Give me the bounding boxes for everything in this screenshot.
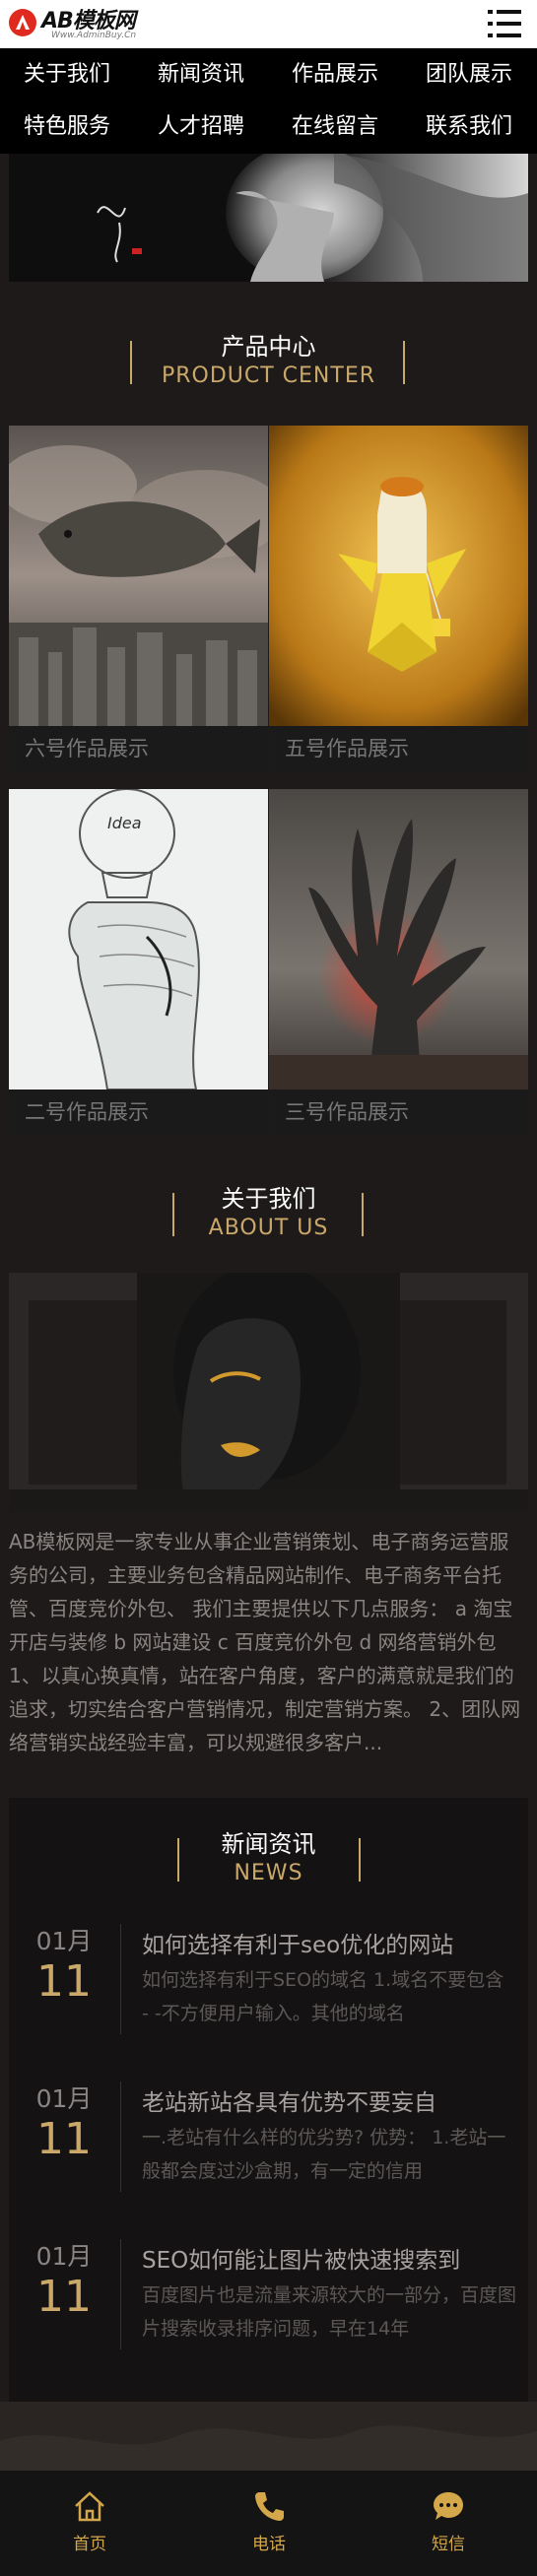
hamburger-icon[interactable]	[488, 10, 521, 37]
nav-item-team[interactable]: 团队展示	[402, 48, 536, 100]
news-item[interactable]: 01月 11 SEO如何能让图片被快速搜索到 百度图片也是流量来源较大的一部分，…	[9, 2237, 528, 2369]
svg-text:Idea: Idea	[107, 814, 142, 832]
header: AB模板网 Www.AdminBuy.Cn	[0, 0, 537, 48]
phone-icon	[255, 2492, 284, 2521]
product-card[interactable]: 六号作品展示	[9, 426, 268, 772]
news-en: NEWS	[234, 1861, 303, 1885]
nav-item-about[interactable]: 关于我们	[0, 48, 134, 100]
news-desc: 一.老站有什么样的优劣势? 优势： 1.老站一般都会度过沙盒期，有一定的信用	[142, 2127, 506, 2182]
tab-phone[interactable]: 电话	[179, 2471, 359, 2576]
news-date: 01月 11	[9, 2237, 119, 2322]
news-title-link[interactable]: 老站新站各具有优势不要妄自	[142, 2083, 516, 2117]
product-card[interactable]: 三号作品展示	[269, 789, 528, 1136]
about-cn: 关于我们	[221, 1185, 316, 1213]
nav-item-news[interactable]: 新闻资讯	[134, 48, 268, 100]
product-caption[interactable]: 五号作品展示	[269, 726, 528, 772]
news-month: 01月	[35, 2242, 93, 2271]
news-cn: 新闻资讯	[221, 1830, 316, 1858]
nav-item-services[interactable]: 特色服务	[0, 100, 134, 153]
product-card[interactable]: Idea 二号作品展示	[9, 789, 268, 1136]
news-item[interactable]: 01月 11 老站新站各具有优势不要妄自 一.老站有什么样的优劣势? 优势： 1…	[9, 2080, 528, 2212]
product-image-banana[interactable]	[269, 426, 528, 726]
home-icon	[75, 2491, 104, 2522]
about-image	[9, 1273, 528, 1512]
tab-label: 短信	[432, 2535, 465, 2554]
product-caption[interactable]: 六号作品展示	[9, 726, 268, 772]
footer-background	[0, 2402, 537, 2471]
banner-image[interactable]	[9, 154, 528, 282]
tab-label: 电话	[252, 2535, 286, 2554]
news-date: 01月 11	[9, 2080, 119, 2164]
product-center-cn: 产品中心	[221, 333, 316, 361]
product-card[interactable]: 五号作品展示	[269, 426, 528, 772]
bottom-tabbar: 首页 电话 短信	[0, 2471, 537, 2576]
news-date: 01月 11	[9, 1922, 119, 2007]
news-day: 11	[36, 2114, 92, 2164]
news-title: 新闻资讯 NEWS	[0, 1827, 537, 1896]
about-text: AB模板网是一家专业从事企业营销策划、电子商务运营服务的公司，主要业务包含精品网…	[9, 1530, 521, 1754]
news-day: 11	[36, 1956, 92, 2007]
news-item[interactable]: 01月 11 如何选择有利于seo优化的网站 如何选择有利于SEO的域名 1.域…	[9, 1922, 528, 2054]
main-nav: 关于我们 新闻资讯 作品展示 团队展示 特色服务 人才招聘 在线留言 联系我们	[0, 48, 537, 154]
divider	[120, 2239, 121, 2349]
product-caption[interactable]: 三号作品展示	[269, 1090, 528, 1136]
logo-subtitle: Www.AdminBuy.Cn	[51, 31, 137, 40]
tab-label: 首页	[73, 2535, 106, 2554]
nav-item-contact[interactable]: 联系我们	[402, 100, 536, 153]
product-center-title: 产品中心 PRODUCT CENTER	[0, 330, 537, 399]
nav-item-message[interactable]: 在线留言	[268, 100, 402, 153]
about-en: ABOUT US	[208, 1216, 329, 1240]
nav-item-jobs[interactable]: 人才招聘	[134, 100, 268, 153]
product-center-en: PRODUCT CENTER	[161, 363, 376, 388]
product-image-hand[interactable]	[269, 789, 528, 1090]
news-section: 新闻资讯 NEWS 01月 11 如何选择有利于seo优化的网站 如何选择有利于…	[9, 1798, 528, 2402]
news-title-link[interactable]: 如何选择有利于seo优化的网站	[142, 1926, 516, 1959]
divider	[120, 2081, 121, 2192]
product-image-fish[interactable]	[9, 426, 268, 726]
divider	[120, 1924, 121, 2034]
product-caption[interactable]: 二号作品展示	[9, 1090, 268, 1136]
news-title-link[interactable]: SEO如何能让图片被快速搜索到	[142, 2241, 516, 2275]
news-desc: 百度图片也是流量来源较大的一部分，百度图片搜索收录排序问题，早在14年	[142, 2284, 516, 2340]
tab-home[interactable]: 首页	[0, 2471, 179, 2576]
tab-sms[interactable]: 短信	[359, 2471, 537, 2576]
news-desc: 如何选择有利于SEO的域名 1.域名不要包含 - -不方便用户输入。其他的域名	[142, 1969, 504, 2024]
news-day: 11	[36, 2272, 92, 2322]
logo-icon	[9, 9, 36, 36]
about-title: 关于我们 ABOUT US	[0, 1182, 537, 1251]
news-month: 01月	[35, 2084, 93, 2113]
nav-item-works[interactable]: 作品展示	[268, 48, 402, 100]
product-image-bulb[interactable]: Idea	[9, 789, 268, 1090]
banner-illustration	[9, 154, 528, 282]
chat-icon	[434, 2492, 463, 2520]
news-month: 01月	[35, 1927, 93, 1955]
